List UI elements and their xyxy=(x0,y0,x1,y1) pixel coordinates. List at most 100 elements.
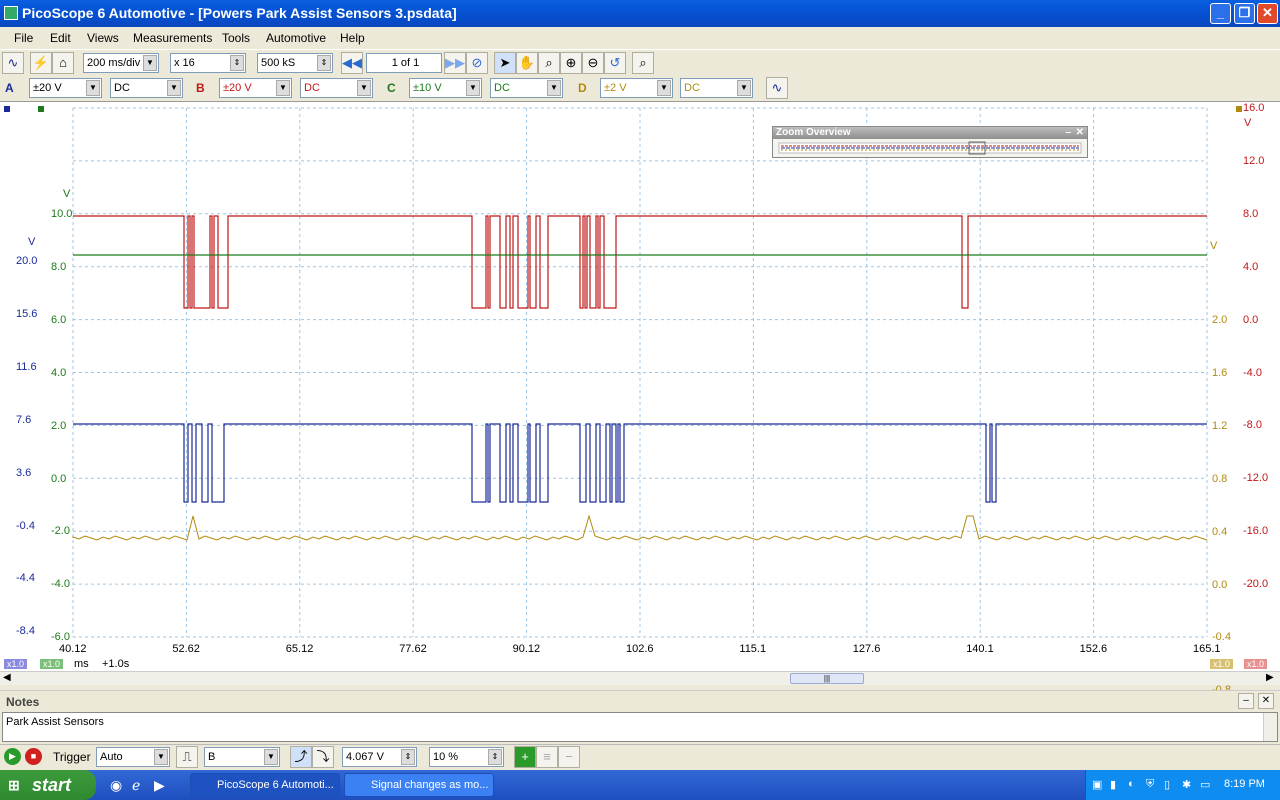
menu-help[interactable]: Help xyxy=(340,31,365,45)
home-icon[interactable]: ⌂ xyxy=(52,52,74,74)
hand-tool-icon[interactable]: ✋ xyxy=(516,52,538,74)
notes-textarea[interactable]: Park Assist Sensors xyxy=(2,712,1278,742)
close-button[interactable]: ✕ xyxy=(1257,3,1278,24)
horizontal-scrollbar[interactable]: ◀ ||| ▶ xyxy=(0,671,1280,685)
zoom-overview-panel[interactable]: Zoom Overview – ✕ xyxy=(772,126,1088,158)
add-measurement-icon[interactable]: + xyxy=(514,746,536,768)
stop-capture-icon[interactable]: ■ xyxy=(25,748,42,765)
start-capture-icon[interactable]: ▶ xyxy=(4,748,21,765)
next-page-icon[interactable]: ▶▶ xyxy=(444,52,466,74)
menu-measurements[interactable]: Measurements xyxy=(133,31,212,45)
network-icon[interactable]: ▣ xyxy=(1092,778,1102,791)
display-icon[interactable]: ▭ xyxy=(1200,778,1210,791)
menu-bar: File Edit Views Measurements Tools Autom… xyxy=(0,27,1280,49)
scroll-thumb[interactable]: ||| xyxy=(790,673,864,684)
delete-measurement-icon[interactable]: − xyxy=(558,746,580,768)
channel-d-range-select[interactable]: ±2 V ▼ xyxy=(600,78,673,98)
chevron-down-icon: ▼ xyxy=(167,80,181,96)
minimize-icon[interactable]: – xyxy=(1065,127,1071,139)
channel-b-scale-badge[interactable]: x1.0 xyxy=(1244,659,1268,669)
scroll-right-icon[interactable]: ▶ xyxy=(1266,672,1274,683)
channel-c-range: ±10 V xyxy=(413,82,442,94)
channel-b-label[interactable]: B xyxy=(196,81,205,95)
menu-automotive[interactable]: Automotive xyxy=(266,31,326,45)
zoom-in-icon[interactable]: ⊕ xyxy=(560,52,582,74)
signal-icon[interactable]: ▮ xyxy=(1110,778,1116,791)
notes-scrollbar[interactable] xyxy=(1263,713,1277,741)
samples-stepper[interactable]: 500 kS ⇕ xyxy=(257,53,333,73)
channel-a-range-select[interactable]: ±20 V ▼ xyxy=(29,78,102,98)
axis-b-tick-label: 4.0 xyxy=(1243,260,1259,273)
falling-edge-icon[interactable]: ⤵ xyxy=(312,746,334,768)
x-tick-label: 127.6 xyxy=(852,643,881,655)
chrome-icon[interactable]: ◉ xyxy=(110,777,122,794)
taskbar-item-signal[interactable]: Signal changes as mo... xyxy=(344,773,494,797)
notes-close-icon[interactable]: ✕ xyxy=(1258,693,1274,709)
channel-c-scale-badge[interactable]: x1.0 xyxy=(40,659,64,669)
spin-icon: ⇕ xyxy=(317,55,331,71)
close-icon[interactable]: ✕ xyxy=(1076,127,1084,139)
taskbar-item-picoscope[interactable]: PicoScope 6 Automoti... xyxy=(190,773,340,797)
channel-a-ruler-marker[interactable] xyxy=(4,106,10,112)
channel-b-coupling-select[interactable]: DC ▼ xyxy=(300,78,373,98)
channel-a-coupling: DC xyxy=(114,82,130,94)
auto-setup-icon[interactable]: ⚡ xyxy=(30,52,52,74)
scroll-left-icon[interactable]: ◀ xyxy=(3,672,11,683)
channel-d-label[interactable]: D xyxy=(578,81,587,95)
zoom-to-fit-icon[interactable]: ⌕ xyxy=(632,52,654,74)
zoom-out-icon[interactable]: ⊖ xyxy=(582,52,604,74)
ie-icon[interactable]: ℯ xyxy=(132,777,140,794)
start-button[interactable]: ⊞ start xyxy=(0,770,96,800)
x-tick-label: 115.1 xyxy=(739,643,767,655)
windows-logo-icon: ⊞ xyxy=(8,777,20,793)
settings-icon[interactable]: ✱ xyxy=(1182,778,1191,791)
previous-page-icon[interactable]: ◀◀ xyxy=(341,52,363,74)
channel-c-label[interactable]: C xyxy=(387,81,396,95)
menu-file[interactable]: File xyxy=(14,31,33,45)
security-icon[interactable]: ⛨ xyxy=(1146,778,1154,791)
chevron-down-icon: ▼ xyxy=(143,55,157,71)
undo-zoom-icon[interactable]: ↺ xyxy=(604,52,626,74)
pointer-tool-icon[interactable]: ➤ xyxy=(494,52,516,74)
channel-c-coupling-select[interactable]: DC ▼ xyxy=(490,78,563,98)
channel-c-range-select[interactable]: ±10 V ▼ xyxy=(409,78,482,98)
media-player-icon[interactable]: ▶ xyxy=(154,777,165,794)
start-label: start xyxy=(32,775,72,795)
channel-a-scale-badge[interactable]: x1.0 xyxy=(4,659,28,669)
menu-tools[interactable]: Tools xyxy=(222,31,250,45)
math-channel-icon[interactable]: ∿ xyxy=(766,77,788,99)
volume-icon[interactable]: ◐ xyxy=(1128,778,1135,790)
rising-edge-icon[interactable]: ⤴ xyxy=(290,746,312,768)
multiplier-stepper[interactable]: x 16 ⇕ xyxy=(170,53,246,73)
axis-d-tick-label: 0.0 xyxy=(1212,578,1228,591)
channel-d-ruler-marker[interactable] xyxy=(1236,106,1242,112)
minimize-button[interactable]: _ xyxy=(1210,3,1231,24)
scope-view[interactable]: 20.0 15.6 11.6 7.6 3.6 -0.4 -4.4 -8.4 10.0 8.0 6.… xyxy=(0,101,1280,696)
menu-edit[interactable]: Edit xyxy=(50,31,71,45)
menu-views[interactable]: Views xyxy=(87,31,119,45)
channel-b-range-select[interactable]: ±20 V ▼ xyxy=(219,78,292,98)
channel-d-scale-badge[interactable]: x1.0 xyxy=(1210,659,1234,669)
restore-button[interactable]: ❐ xyxy=(1234,3,1255,24)
windows-taskbar: ⊞ start ◉ ℯ ▶ PicoScope 6 Automoti... Si… xyxy=(0,770,1280,800)
edit-measurement-icon[interactable]: ≡ xyxy=(536,746,558,768)
channel-a-label[interactable]: A xyxy=(5,81,14,95)
scope-mode-icon[interactable]: ∿ xyxy=(2,52,24,74)
channel-d-coupling-select[interactable]: DC ▼ xyxy=(680,78,753,98)
timebase-select[interactable]: 200 ms/div ▼ xyxy=(83,53,159,73)
zoom-tool-icon[interactable]: ⌕ xyxy=(538,52,560,74)
pretrigger-value: 10 % xyxy=(433,751,459,763)
x-tick-label: 52.62 xyxy=(172,643,200,655)
axis-a-tick-label: 11.6 xyxy=(16,360,37,373)
buffer-navigator-icon[interactable]: ⊘ xyxy=(466,52,488,74)
battery-icon[interactable]: ▯ xyxy=(1164,778,1170,791)
axis-b-tick-label: -4.0 xyxy=(1243,366,1262,379)
trigger-mode-select[interactable]: Auto ▼ xyxy=(96,747,170,767)
trigger-type-icon[interactable]: ⎍ xyxy=(176,746,198,768)
trigger-source-select[interactable]: B ▼ xyxy=(204,747,280,767)
channel-c-ruler-marker[interactable] xyxy=(38,106,44,112)
notes-minimize-icon[interactable]: – xyxy=(1238,693,1254,709)
channel-a-coupling-select[interactable]: DC ▼ xyxy=(110,78,183,98)
pretrigger-stepper[interactable]: 10 % ⇕ xyxy=(429,747,504,767)
trigger-level-stepper[interactable]: 4.067 V ⇕ xyxy=(342,747,417,767)
